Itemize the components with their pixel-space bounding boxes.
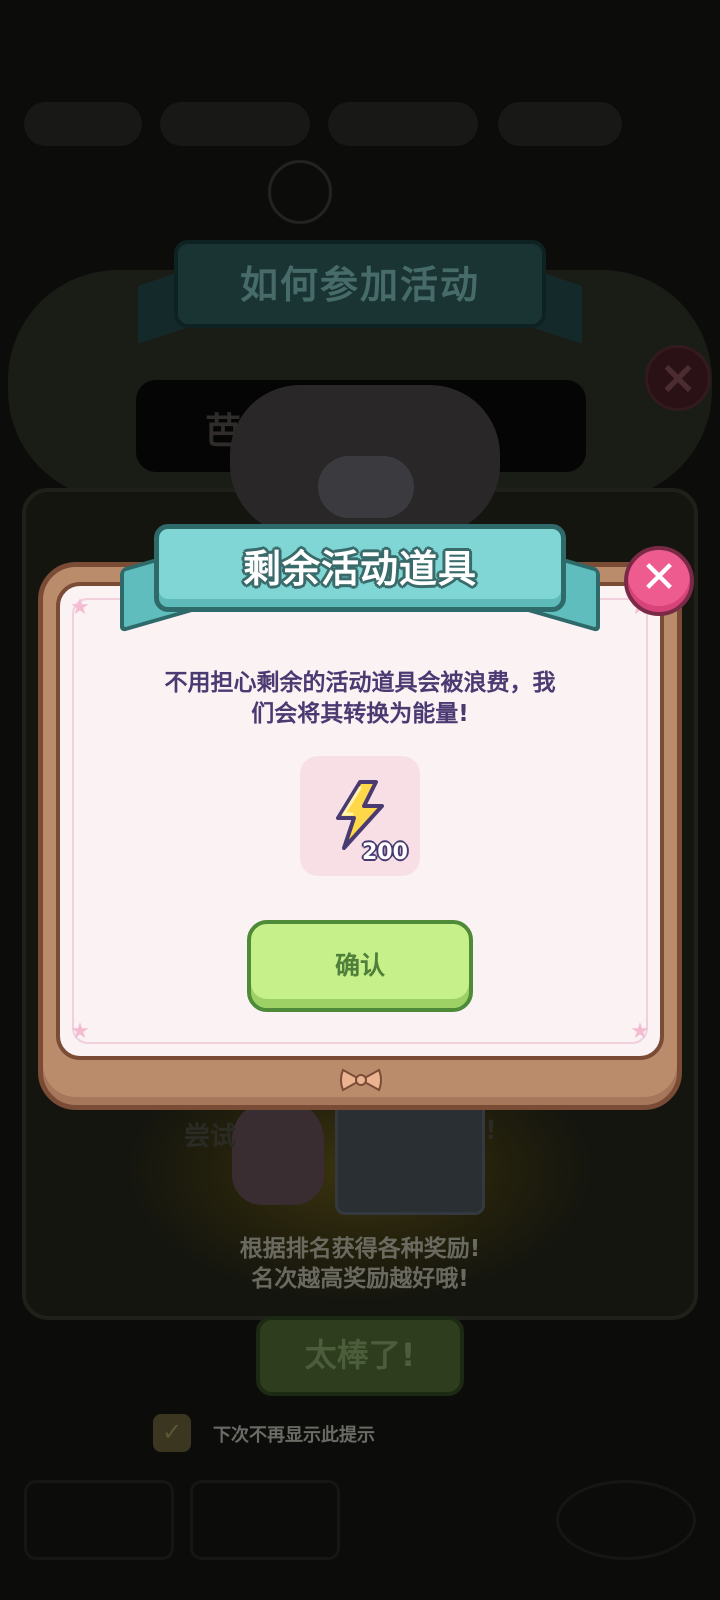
background-character	[318, 456, 414, 518]
energy-reward-tile: 200	[300, 756, 420, 876]
close-button[interactable]: ✕	[624, 546, 694, 616]
top-avatar-ring	[268, 160, 332, 224]
top-resource-pill	[498, 102, 622, 146]
bow-decoration-icon	[340, 1068, 382, 1092]
background-checkbox-icon: ✓	[153, 1414, 191, 1452]
background-ribbon-title: 如何参加活动	[239, 263, 480, 307]
energy-reward-count: 200	[362, 840, 408, 865]
background-try-text-end: !	[485, 1116, 497, 1146]
background-rank-line: 根据排名获得各种奖励!	[239, 1236, 481, 1262]
background-bottom-tab	[556, 1480, 696, 1560]
background-checkbox-label: 下次不再显示此提示	[213, 1425, 375, 1446]
background-bottom-tab	[190, 1480, 340, 1560]
top-resource-pill	[24, 102, 142, 146]
dialog-message-line: 不用担心剩余的活动道具会被浪费，我	[164, 670, 556, 696]
confirm-button[interactable]: 确认	[247, 920, 473, 1012]
top-resource-pill	[328, 102, 478, 146]
background-gift-box	[335, 1100, 485, 1215]
background-close-icon: ×	[645, 345, 711, 411]
star-decoration-icon: ★	[630, 1019, 650, 1044]
star-decoration-icon: ★	[70, 1019, 90, 1044]
top-resource-pill	[160, 102, 310, 146]
confirm-button-label: 确认	[334, 951, 385, 980]
background-rank-text: 根据排名获得各种奖励! 名次越高奖励越好哦!	[120, 1234, 600, 1294]
background-rank-line: 名次越高奖励越好哦!	[251, 1266, 469, 1292]
star-decoration-icon: ★	[70, 595, 90, 620]
dialog-message-line: 们会将其转换为能量!	[251, 701, 469, 727]
background-try-text: 尝试	[184, 1122, 237, 1152]
background-icecream	[232, 1100, 324, 1205]
dialog-message: 不用担心剩余的活动道具会被浪费，我 们会将其转换为能量!	[110, 668, 610, 730]
dialog-title: 剩余活动道具	[242, 547, 477, 591]
background-great-button: 太棒了!	[256, 1316, 464, 1396]
close-x-icon: ✕	[640, 552, 678, 603]
background-bottom-tab	[24, 1480, 174, 1560]
